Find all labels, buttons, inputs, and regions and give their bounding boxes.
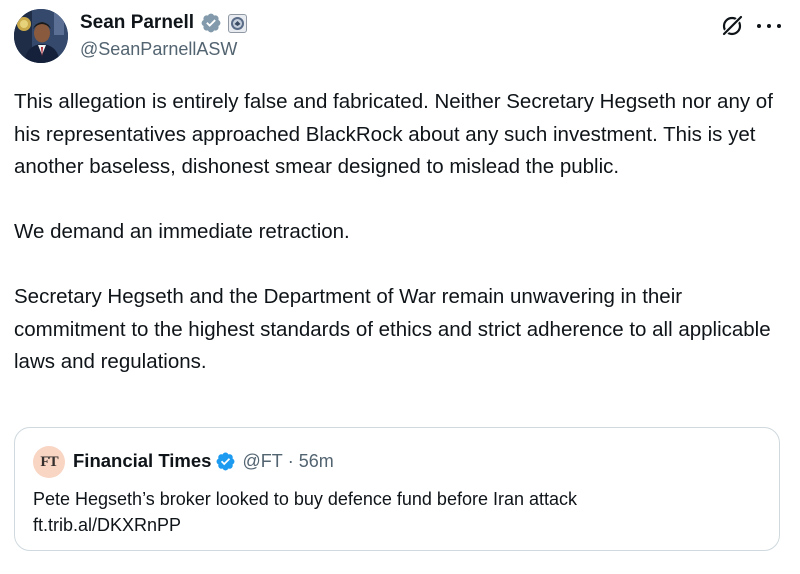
author-avatar[interactable]	[14, 9, 68, 63]
grok-icon[interactable]	[720, 14, 744, 38]
post-paragraph-3: Secretary Hegseth and the Department of …	[14, 285, 771, 373]
quoted-display-name[interactable]: Financial Times	[73, 450, 211, 472]
quoted-tweet-card[interactable]: FT Financial Times @FT · 56m Pete Hegset…	[14, 427, 780, 551]
gray-verified-icon[interactable]	[200, 12, 222, 34]
quoted-tweet-text: Pete Hegseth’s broker looked to buy defe…	[33, 486, 763, 538]
dot	[757, 24, 761, 28]
government-seal-icon[interactable]	[228, 13, 248, 33]
author-block: Sean Parnell @SeanParnellASW	[80, 10, 248, 60]
post-paragraph-2: We demand an immediate retraction.	[14, 220, 350, 243]
more-options-icon[interactable]	[757, 14, 781, 38]
post-paragraph-1: This allegation is entirely false and fa…	[14, 90, 773, 178]
quoted-timestamp[interactable]: 56m	[299, 451, 334, 472]
quoted-handle[interactable]: @FT	[242, 451, 282, 472]
quoted-headline: Pete Hegseth’s broker looked to buy defe…	[33, 489, 578, 509]
quoted-link[interactable]: ft.trib.al/DKXRnPP	[33, 512, 763, 538]
post-text: This allegation is entirely false and fa…	[14, 86, 789, 379]
dot	[777, 24, 781, 28]
tweet: Sean Parnell @SeanParnellASW This allega…	[0, 0, 800, 574]
quoted-tweet-header: Financial Times @FT · 56m	[73, 448, 334, 474]
author-name-row: Sean Parnell	[80, 10, 248, 36]
separator-dot: ·	[287, 450, 294, 471]
avatar-image	[14, 9, 68, 63]
author-handle[interactable]: @SeanParnellASW	[80, 39, 247, 60]
dot	[767, 24, 771, 28]
ft-avatar[interactable]: FT	[33, 446, 65, 478]
author-display-name[interactable]: Sean Parnell	[80, 12, 194, 34]
blue-verified-icon[interactable]	[215, 451, 236, 472]
